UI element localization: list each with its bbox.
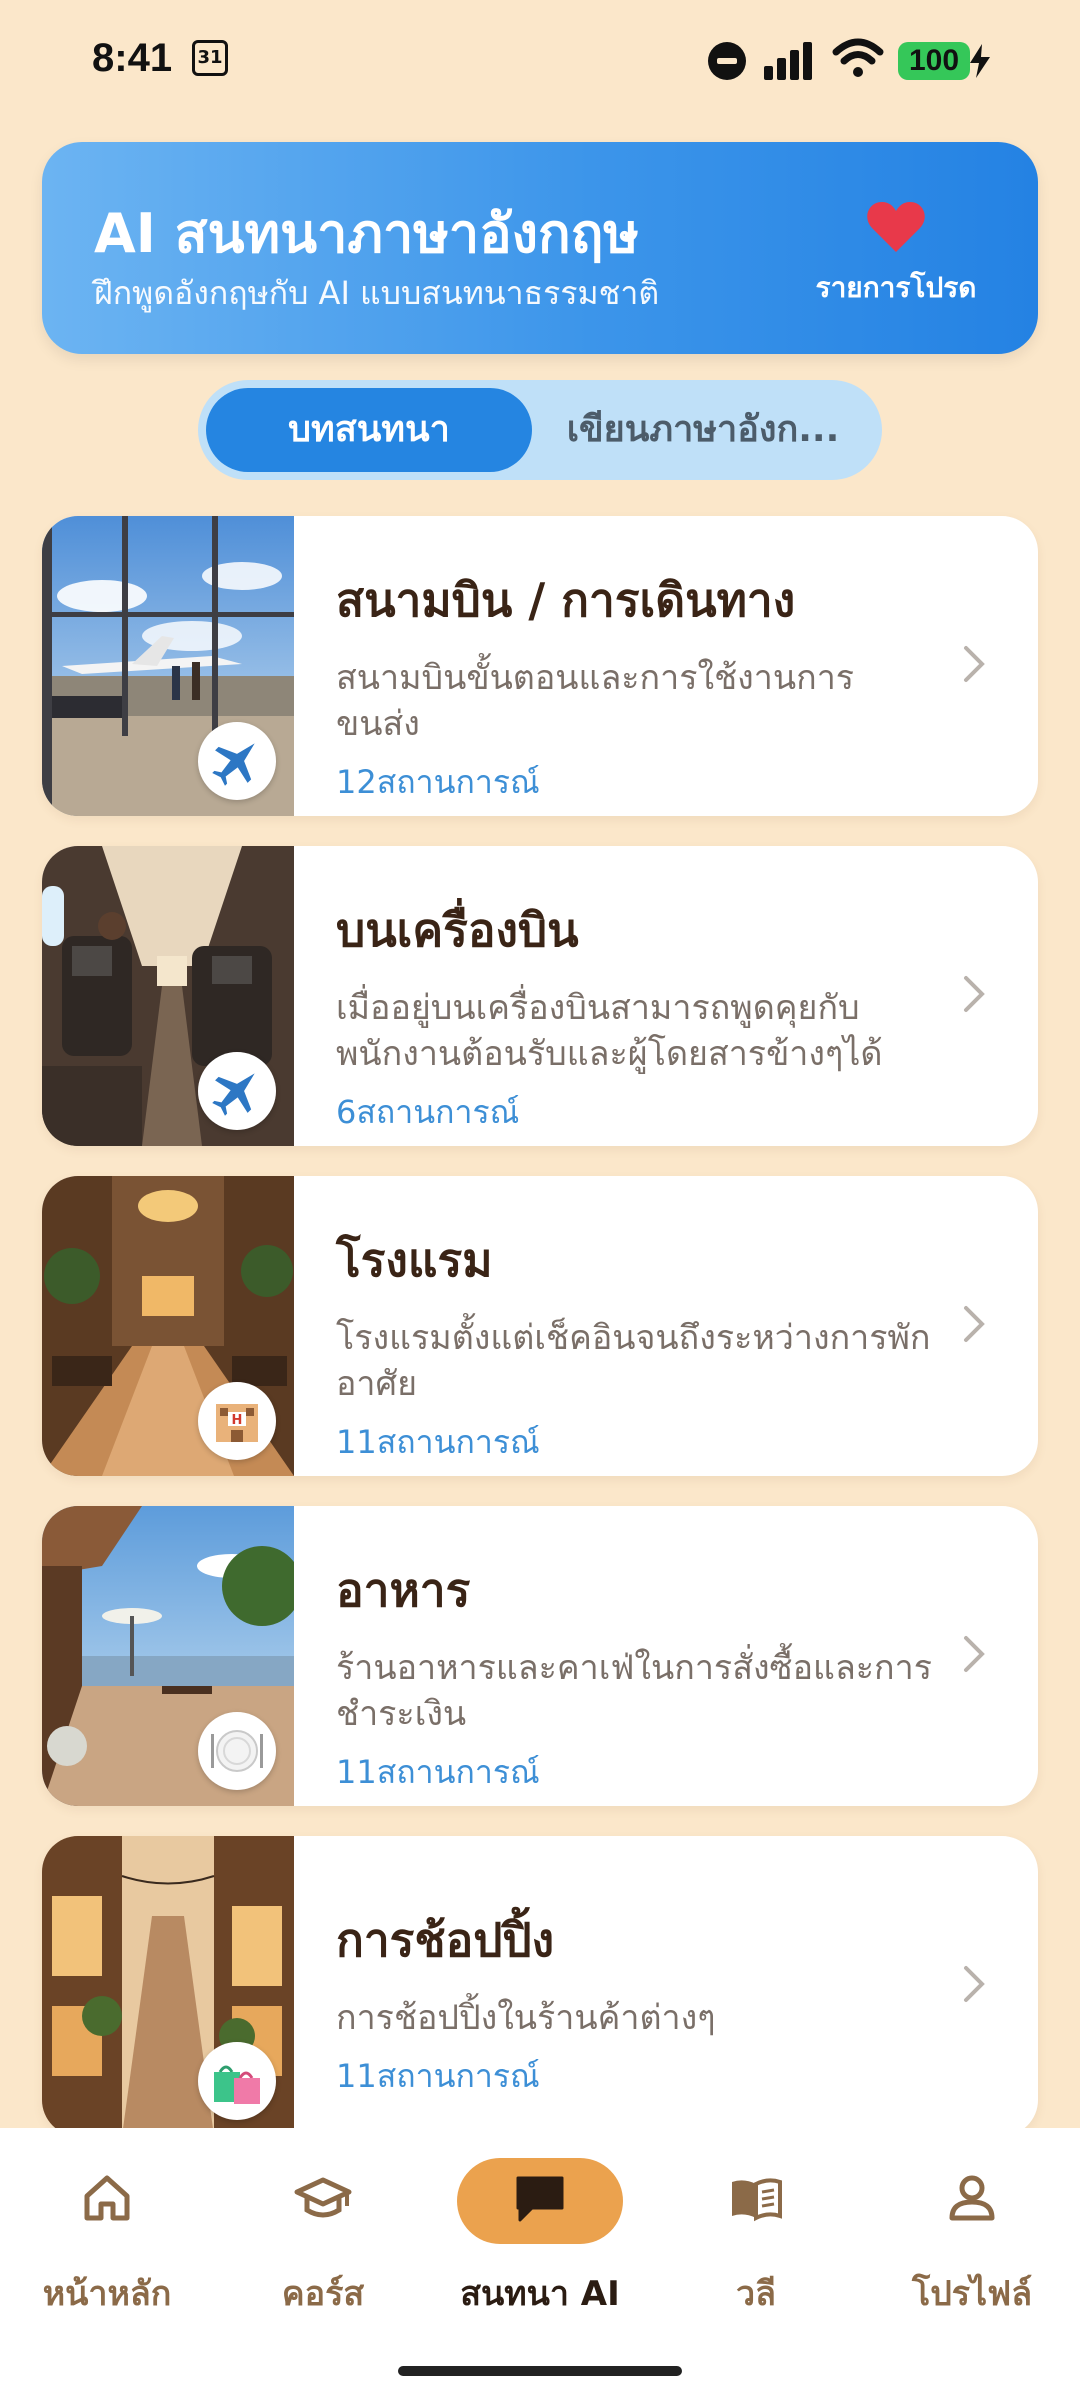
nav-ai-chat[interactable]: สนทนา AI [440,2168,640,2320]
signal-icon [764,40,816,80]
category-list: สนามบิน / การเดินทาง สนามบินขั้นตอนและกา… [42,516,1038,2166]
card-body: การช้อปปิ้ง การช้อปปิ้งในร้านค้าต่างๆ 11… [336,1904,936,2102]
status-time: 8:41 [92,36,173,80]
card-title: อาหาร [336,1563,471,1617]
chevron-right-icon [964,976,985,1012]
card-title: บนเครื่องบิน [336,903,579,957]
card-body: อาหาร ร้านอาหารและคาเฟ่ในการสั่งซื้อและก… [336,1554,936,1798]
header-card: AI สนทนาภาษาอังกฤษ ฝึกพูดอังกฤษกับ AI แบ… [42,142,1038,354]
book-icon [732,2178,782,2222]
airplane-icon [198,722,276,800]
card-title: การช้อปปิ้ง [336,1913,555,1967]
category-card-airport[interactable]: สนามบิน / การเดินทาง สนามบินขั้นตอนและกา… [42,516,1038,816]
wifi-icon [832,38,884,77]
heart-icon [867,202,925,252]
nav-courses[interactable]: คอร์ส [223,2168,423,2320]
battery-indicator: 100 [898,42,970,80]
favorites-button[interactable]: รายการโปรด [806,200,986,310]
home-indicator[interactable] [398,2366,682,2376]
home-icon [84,2175,130,2221]
card-description: โรงแรมตั้งแต่เช็คอินจนถึงระหว่างการพักอา… [336,1318,931,1404]
card-body: สนามบิน / การเดินทาง สนามบินขั้นตอนและกา… [336,564,936,808]
nav-phrases[interactable]: วลี [656,2168,856,2320]
plate-icon [198,1712,276,1790]
card-description: ร้านอาหารและคาเฟ่ในการสั่งซื้อและการชำระ… [336,1648,932,1734]
hotel-icon: H [198,1382,276,1460]
scenario-count: 6สถานการณ์ [336,1093,520,1131]
category-card-hotel[interactable]: H โรงแรม โรงแรมตั้งแต่เช็คอินจนถึงระหว่า… [42,1176,1038,1476]
scenario-count: 11สถานการณ์ [336,1753,540,1791]
nav-label: สนทนา AI [460,2274,620,2314]
scenario-count: 12สถานการณ์ [336,763,540,801]
favorites-label: รายการโปรด [815,271,977,304]
chevron-right-icon [964,646,985,682]
nav-label: วลี [736,2274,776,2314]
status-bar: 8:41 31 100 [0,0,1080,120]
category-card-food[interactable]: อาหาร ร้านอาหารและคาเฟ่ในการสั่งซื้อและก… [42,1506,1038,1806]
card-body: โรงแรม โรงแรมตั้งแต่เช็คอินจนถึงระหว่างก… [336,1224,936,1468]
page-subtitle: ฝึกพูดอังกฤษกับ AI แบบสนทนาธรรมชาติ [94,274,660,312]
nav-label: หน้าหลัก [42,2274,172,2314]
scenario-count: 11สถานการณ์ [336,2057,540,2095]
tab-conversation[interactable]: บทสนทนา [206,388,532,472]
mode-tabs: บทสนทนา เขียนภาษาอังก... [198,380,882,480]
graduation-cap-icon [294,2177,352,2218]
nav-label: โปรไฟล์ [911,2274,1033,2314]
card-body: บนเครื่องบิน เมื่ออยู่บนเครื่องบินสามารถ… [336,894,936,1138]
card-description: สนามบินขั้นตอนและการใช้งานการขนส่ง [336,658,855,744]
category-card-inflight[interactable]: บนเครื่องบิน เมื่ออยู่บนเครื่องบินสามารถ… [42,846,1038,1146]
chat-icon [516,2176,564,2222]
svg-text:H: H [232,1413,243,1428]
shopping-bags-icon [198,2042,276,2120]
person-icon [949,2175,995,2221]
nav-profile[interactable]: โปรไฟล์ [872,2168,1072,2320]
tab-writing[interactable]: เขียนภาษาอังก... [538,388,868,472]
card-title: โรงแรม [336,1233,493,1287]
airplane-icon [198,1052,276,1130]
nav-home[interactable]: หน้าหลัก [7,2168,207,2320]
category-card-shopping[interactable]: การช้อปปิ้ง การช้อปปิ้งในร้านค้าต่างๆ 11… [42,1836,1038,2136]
do-not-disturb-icon [708,42,746,80]
nav-label: คอร์ส [281,2274,365,2314]
card-description: เมื่ออยู่บนเครื่องบินสามารถพูดคุยกับพนัก… [336,988,883,1074]
charging-bolt-icon [970,44,990,78]
bottom-nav: หน้าหลัก คอร์ส สนทนา AI วลี โปรไฟล์ [0,2128,1080,2400]
chevron-right-icon [964,1306,985,1342]
card-description: การช้อปปิ้งในร้านค้าต่างๆ [336,1998,716,2038]
chevron-right-icon [964,1966,985,2002]
calendar-icon: 31 [192,40,228,76]
card-title: สนามบิน / การเดินทาง [336,573,796,627]
scenario-count: 11สถานการณ์ [336,1423,540,1461]
page-title: AI สนทนาภาษาอังกฤษ [94,202,640,265]
chevron-right-icon [964,1636,985,1672]
